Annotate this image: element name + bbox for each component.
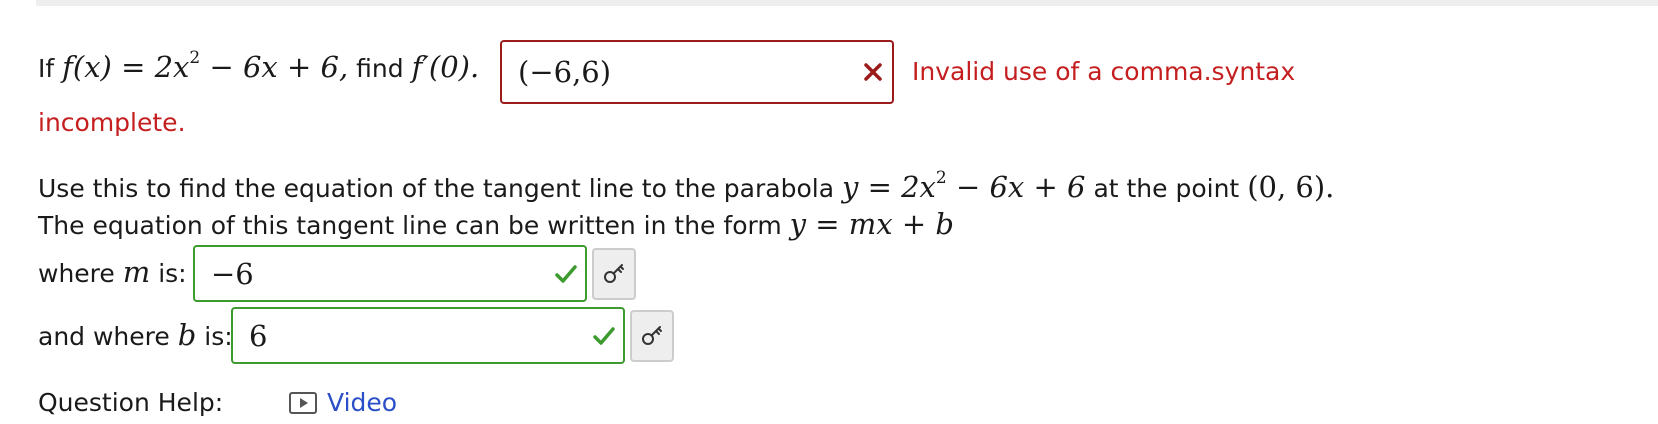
question-help: Question Help: Video [38,388,397,417]
check-mark-icon [593,326,615,345]
derivative-answer-value: (−6,6) [518,55,612,89]
point-math: (0, 6). [1247,170,1335,204]
derivative-answer-input[interactable]: (−6,6) [500,40,894,104]
video-link[interactable]: Video [327,388,397,417]
intercept-value: 6 [249,318,268,353]
check-mark-icon [555,264,577,283]
video-icon [289,392,318,414]
find-word: find [356,54,404,83]
function-math: f(x) = 2x2 − 6x + 6, [62,48,349,85]
intercept-answer-key-button[interactable] [630,310,674,362]
parabola-math: y = 2x2 − 6x + 6 [841,168,1086,205]
key-icon [604,264,624,283]
slope-answer-key-button[interactable] [592,248,636,300]
intercept-label: and where b is: [38,318,233,352]
derivative-math: f′(0). [411,50,480,84]
slope-value: −6 [211,256,254,291]
error-message-line2: incomplete. [38,108,186,137]
key-icon [642,326,662,345]
x-mark-icon [864,63,882,81]
help-label: Question Help: [38,388,224,417]
slope-label: where m is: [38,255,187,289]
error-message-line1: Invalid use of a comma.syntax [912,57,1296,86]
question-prefix: If [38,54,55,83]
form-line: The equation of this tangent line can be… [38,207,954,241]
tangent-intro: Use this to find the equation of the tan… [38,168,1335,205]
slope-input[interactable]: −6 [193,245,587,302]
form-math: y = mx + b [789,207,954,241]
intercept-input[interactable]: 6 [231,307,625,364]
question-part1: If f(x) = 2x2 − 6x + 6, find f′(0). [38,48,480,85]
top-divider [36,0,1658,6]
